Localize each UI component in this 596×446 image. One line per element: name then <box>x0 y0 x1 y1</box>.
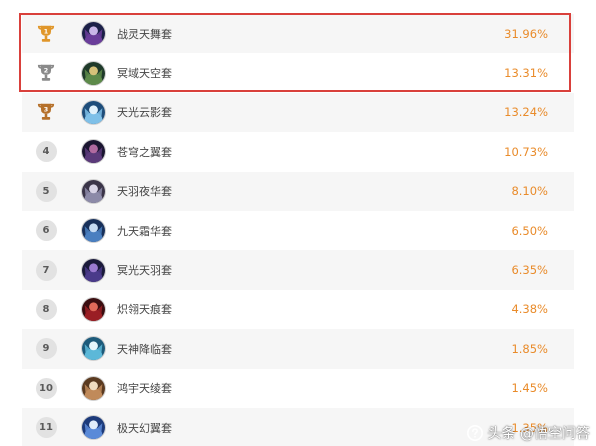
avatar <box>81 139 106 165</box>
avatar <box>81 296 106 322</box>
rank-badge: 3 <box>35 101 57 123</box>
item-name: 战灵天舞套 <box>117 27 172 41</box>
svg-text:2: 2 <box>44 67 48 75</box>
trophy-icon: 3 <box>37 104 55 121</box>
rank-badge: 1 <box>35 23 57 45</box>
rank-badge: 11 <box>35 417 57 439</box>
item-percentage: 1.45% <box>511 381 548 396</box>
rank-number: 4 <box>35 141 57 163</box>
item-name: 天神降临套 <box>117 342 172 356</box>
item-percentage: 8.10% <box>511 184 548 199</box>
avatar <box>81 336 106 362</box>
rank-number: 9 <box>35 338 57 360</box>
item-name: 冥域天空套 <box>117 67 172 81</box>
rank-badge: 9 <box>35 338 57 360</box>
rank-number: 8 <box>35 298 57 320</box>
ranking-row[interactable]: 2 冥域天空套 13.31% <box>22 53 574 93</box>
item-percentage: 13.24% <box>504 105 548 120</box>
rank-number: 5 <box>35 180 57 202</box>
item-name: 九天霜华套 <box>117 224 172 238</box>
item-name: 极天幻翼套 <box>117 421 172 435</box>
ranking-row[interactable]: 7 冥光天羽套 6.35% <box>22 250 574 290</box>
avatar <box>81 375 106 401</box>
ranking-row[interactable]: 3 天光云影套 13.24% <box>22 92 574 133</box>
avatar <box>81 21 106 47</box>
item-name: 天光云影套 <box>117 106 172 120</box>
ranking-row[interactable]: 4 苍穹之翼套 10.73% <box>22 132 574 172</box>
svg-text:3: 3 <box>44 106 48 114</box>
watermark-text: 头条 @悟空问答 <box>487 426 590 442</box>
rank-badge: 10 <box>35 377 57 399</box>
rank-badge: 6 <box>35 220 57 242</box>
rank-number: 11 <box>35 417 57 439</box>
ranking-row[interactable]: 1 战灵天舞套 31.96% <box>22 14 574 54</box>
ranking-row[interactable]: 5 天羽夜华套 8.10% <box>22 171 574 211</box>
rank-number: 10 <box>35 377 57 399</box>
avatar <box>81 415 106 441</box>
avatar <box>81 257 106 283</box>
ranking-page: 1 战灵天舞套 31.96% 2 冥域天空套 13.31% 3 天光云影套 13.24% 4 苍穹之… <box>0 0 596 446</box>
avatar <box>81 99 106 125</box>
rank-badge: 5 <box>35 180 57 202</box>
question-bubble-icon <box>466 424 483 442</box>
ranking-row[interactable]: 9 天神降临套 1.85% <box>22 329 574 369</box>
ranking-row[interactable]: 10 鸿宇天绫套 1.45% <box>22 368 574 408</box>
item-percentage: 6.35% <box>511 263 548 278</box>
trophy-icon: 1 <box>37 25 55 42</box>
item-percentage: 31.96% <box>504 26 548 41</box>
item-percentage: 1.85% <box>511 341 548 356</box>
item-name: 炽翎天痕套 <box>117 303 172 317</box>
trophy-icon: 2 <box>37 64 55 81</box>
item-percentage: 13.31% <box>504 66 548 81</box>
ranking-list: 1 战灵天舞套 31.96% 2 冥域天空套 13.31% 3 天光云影套 13.24% 4 苍穹之… <box>22 14 574 446</box>
item-percentage: 6.50% <box>511 223 548 238</box>
item-name: 冥光天羽套 <box>117 264 172 278</box>
rank-badge: 7 <box>35 259 57 281</box>
avatar <box>81 60 106 86</box>
item-name: 苍穹之翼套 <box>117 145 172 159</box>
rank-badge: 8 <box>35 298 57 320</box>
item-percentage: 4.38% <box>511 302 548 317</box>
avatar <box>81 178 106 204</box>
watermark: 头条 @悟空问答 <box>466 423 590 443</box>
item-percentage: 10.73% <box>504 144 548 159</box>
rank-number: 6 <box>35 220 57 242</box>
rank-number: 7 <box>35 259 57 281</box>
item-name: 鸿宇天绫套 <box>117 382 172 396</box>
rank-badge: 4 <box>35 141 57 163</box>
item-name: 天羽夜华套 <box>117 185 172 199</box>
svg-text:1: 1 <box>44 27 49 35</box>
rank-badge: 2 <box>35 62 57 84</box>
ranking-row[interactable]: 8 炽翎天痕套 4.38% <box>22 289 574 330</box>
ranking-row[interactable]: 6 九天霜华套 6.50% <box>22 210 574 251</box>
avatar <box>81 218 106 244</box>
